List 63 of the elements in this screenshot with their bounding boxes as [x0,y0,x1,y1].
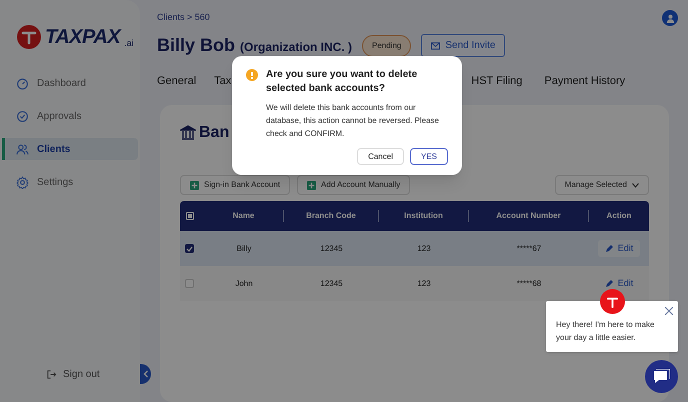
table-cell-text: *****67 [516,242,542,254]
send-invite-button[interactable]: Send Invite [421,34,506,57]
toolbar-button[interactable]: Sign-in Bank Account [180,175,290,195]
edit-button[interactable]: Edit [598,240,640,257]
row-checkbox[interactable] [185,279,194,288]
column-header: Name [204,210,284,222]
organization-name: (Organization INC. ) [240,39,352,56]
column-header: Account Number [469,210,589,222]
sidebar-item[interactable]: Clients [2,138,138,160]
sign-out-link[interactable]: Sign out [46,367,140,382]
people-icon [16,142,29,156]
dialog-button[interactable]: YES [410,148,448,165]
breadcrumb[interactable]: Clients > 560 [157,11,210,25]
dialog-message: We will delete this bank accounts from our database, this action cannot be reversed. Please check and CONFIRM. [266,102,440,140]
pencil-icon [604,244,613,252]
mail-icon [431,42,440,50]
table-row[interactable]: Billy 12345 123 *****67 Edit [180,231,649,266]
tab[interactable]: Payment History [544,72,626,90]
sidebar-item[interactable]: Settings [2,171,138,193]
client-name: Billy Bob [157,34,236,57]
tab[interactable]: General [157,72,196,90]
settings-icon [16,176,29,188]
card-title: Ban [199,123,230,143]
table-row[interactable]: John 12345 123 *****68 Edit [180,266,649,301]
chevron-down-icon [632,182,639,188]
warning-icon [246,69,258,81]
chat-message: Hey there! I'm here to make your day a little easier. [556,319,656,344]
sidebar-item[interactable]: Approvals [2,105,138,127]
table-cell-text: 123 [416,242,432,254]
toolbar-button[interactable]: Add Account Manually [297,175,410,195]
tab[interactable]: Tax [214,72,232,90]
column-header: Institution [379,210,469,222]
bank-icon [180,125,196,141]
edit-button[interactable]: Edit [598,275,640,292]
gauge-icon [16,76,29,90]
check-circle-icon [16,110,29,122]
manage-selected-dropdown[interactable]: Manage Selected [554,175,649,195]
avatar-icon[interactable] [662,10,678,26]
close-icon[interactable] [665,307,673,315]
chevron-left-icon [142,370,148,378]
chat-bubble-icon [653,369,670,384]
table-cell-text: 123 [416,278,432,290]
column-header: Action [606,210,632,222]
sign-out-icon [46,369,57,380]
table-cell-text: John [234,278,254,290]
table-cell-text: Billy [236,242,252,254]
table-cell-text: 12345 [319,242,344,254]
table-cell-text: *****68 [516,278,542,290]
column-header: Branch Code [284,210,379,222]
dialog-title: Are you sure you want to delete selected bank accounts? [266,68,418,96]
row-checkbox[interactable] [185,244,194,253]
collapse-button[interactable] [140,364,151,384]
table-cell-text: 12345 [319,278,344,290]
sidebar-item[interactable]: Dashboard [2,72,138,94]
status-badge: Pending [362,34,412,56]
logo-text: TAXPAX [45,25,120,50]
tab[interactable]: HST Filing [471,72,522,90]
logo-icon [17,25,41,49]
dialog-button[interactable]: Cancel [357,148,404,165]
select-all-checkbox[interactable] [186,212,194,220]
logo-suffix: .ai [124,36,134,50]
plus-icon [190,180,199,190]
plus-icon [307,180,316,190]
